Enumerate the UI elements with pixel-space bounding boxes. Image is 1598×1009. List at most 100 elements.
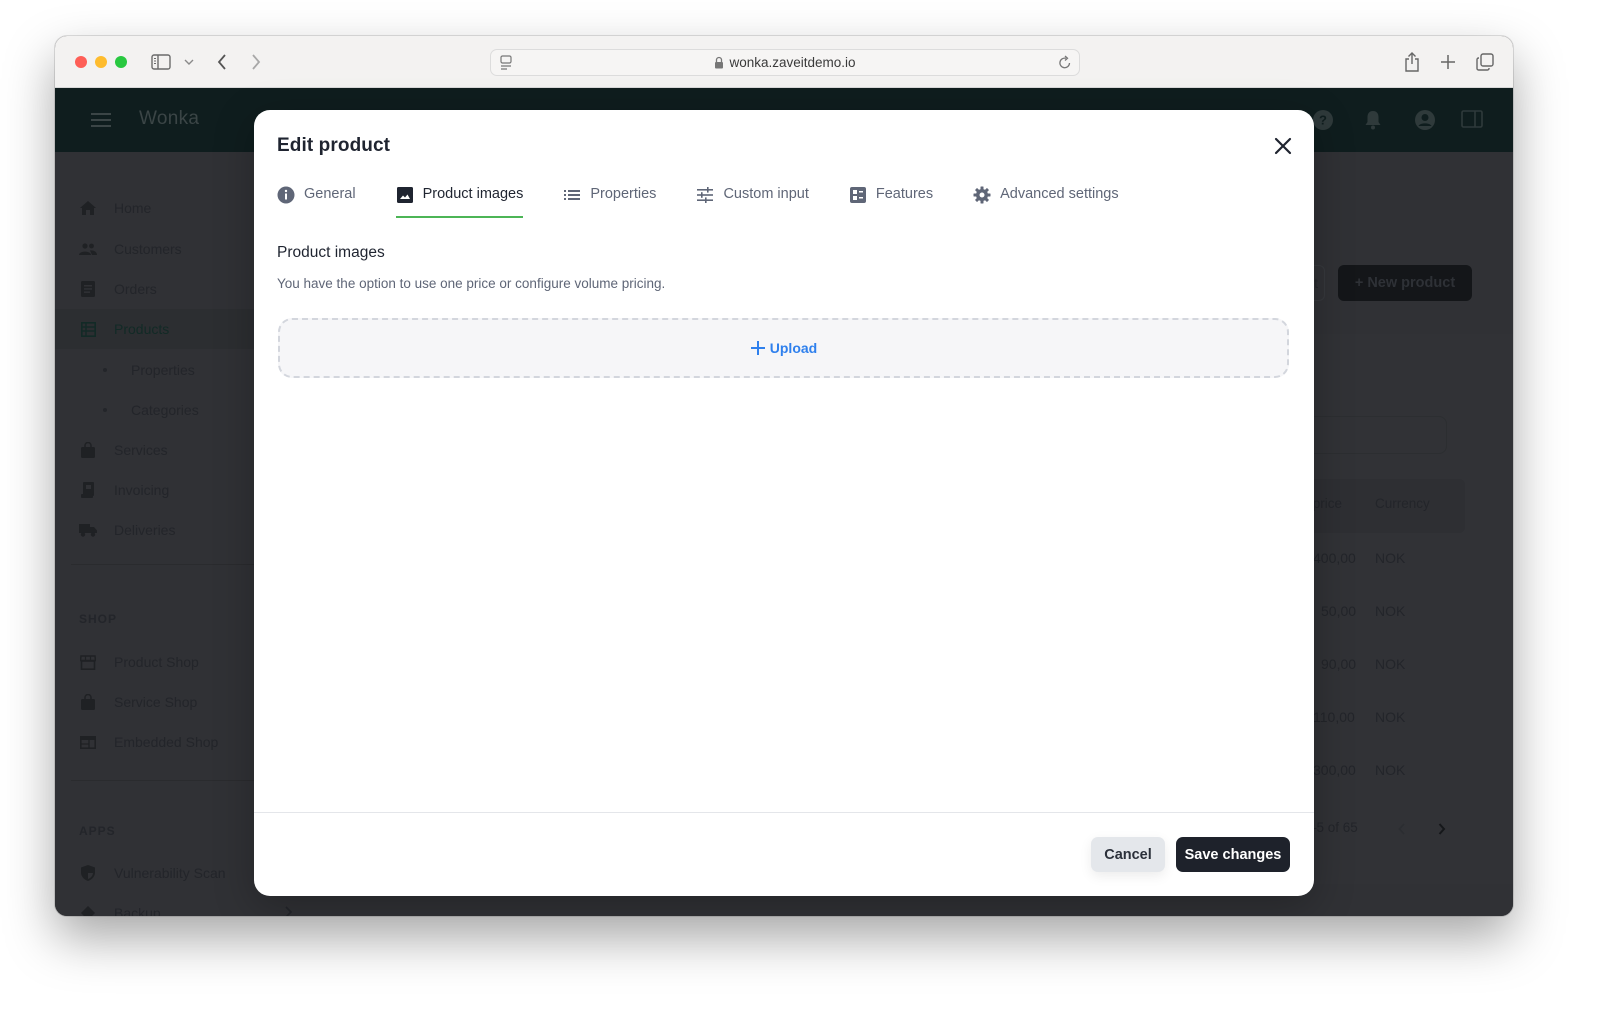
sidebar-item-invoicing[interactable]: Invoicing	[79, 478, 169, 502]
sidebar-item-deliveries[interactable]: Deliveries	[79, 518, 175, 542]
sidebar-item-product-shop[interactable]: Product Shop	[79, 650, 199, 674]
tab-overview-icon[interactable]	[1475, 50, 1495, 74]
share-icon[interactable]	[1402, 50, 1422, 74]
hamburger-menu-icon[interactable]	[91, 112, 111, 133]
home-icon	[79, 199, 97, 217]
tab-features[interactable]: Features	[849, 186, 933, 218]
bullet-icon	[103, 368, 107, 372]
sidebar-item-label: Service Shop	[114, 694, 198, 710]
gear-icon	[973, 186, 991, 204]
table-cell-price: 50,00	[1321, 603, 1357, 619]
sidebar-item-label: Properties	[131, 362, 195, 378]
sidebar-item-label: Product Shop	[114, 654, 199, 670]
sidebar-subitem-properties[interactable]: Properties	[103, 358, 195, 382]
section-title: Product images	[277, 244, 385, 261]
bag-icon	[79, 441, 97, 459]
app-logo[interactable]: Wonka	[139, 108, 199, 130]
minimize-window-button[interactable]	[95, 56, 107, 68]
new-product-button[interactable]: + New product	[1338, 265, 1472, 301]
sidebar-item-label: Categories	[131, 402, 199, 418]
panel-toggle-icon[interactable]	[1461, 109, 1483, 131]
sidebar-item-label: Customers	[114, 241, 182, 257]
receipt-icon	[79, 280, 97, 298]
sidebar-item-services[interactable]: Services	[79, 438, 168, 462]
sidebar-item-label: Deliveries	[114, 522, 176, 538]
table-cell-price: 90,00	[1321, 656, 1357, 672]
chevron-right-icon[interactable]	[285, 905, 293, 916]
back-icon[interactable]	[213, 50, 231, 74]
address-bar[interactable]: wonka.zaveitdemo.io	[490, 49, 1080, 76]
sidebar-item-orders[interactable]: Orders	[79, 277, 157, 301]
truck-icon	[79, 521, 97, 539]
products-search-input[interactable]	[1295, 416, 1447, 454]
sidebar-item-products[interactable]: Products	[79, 317, 169, 341]
maximize-window-button[interactable]	[115, 56, 127, 68]
next-page-icon[interactable]	[1438, 822, 1446, 840]
close-icon[interactable]	[1274, 137, 1294, 157]
image-upload-dropzone[interactable]: Upload	[278, 318, 1289, 378]
storefront-icon	[79, 653, 97, 671]
sidebar-item-service-shop[interactable]: Service Shop	[79, 690, 197, 714]
image-icon	[396, 186, 414, 204]
tab-custom-input[interactable]: Custom input	[696, 186, 809, 218]
section-description: You have the option to use one price or …	[277, 276, 666, 291]
sidebar-item-customers[interactable]: Customers	[79, 237, 182, 261]
footer-divider	[254, 812, 1314, 813]
sidebar-subitem-categories[interactable]: Categories	[103, 398, 199, 422]
sidebar-section-shop: SHOP	[79, 612, 118, 626]
sidebar-item-label: Embedded Shop	[114, 734, 219, 750]
sidebar-item-label: Services	[114, 442, 168, 458]
bullet-icon	[103, 408, 107, 412]
modal-tabs: General Product images Properties Custom…	[277, 186, 1159, 218]
tab-product-images[interactable]: Product images	[395, 186, 524, 218]
save-changes-button[interactable]: Save changes	[1176, 837, 1290, 872]
reader-icon[interactable]	[499, 55, 513, 74]
sidebar-item-label: Products	[114, 321, 170, 337]
upload-button[interactable]: Upload	[750, 340, 817, 356]
sidebar-item-label: Backup	[114, 905, 161, 916]
previous-page-icon[interactable]	[1398, 822, 1406, 840]
url-text: wonka.zaveitdemo.io	[729, 55, 856, 70]
tab-label: Product images	[422, 186, 524, 202]
table-cell-currency: NOK	[1375, 550, 1406, 566]
new-tab-icon[interactable]	[1438, 50, 1458, 74]
help-icon[interactable]: ?	[1312, 109, 1334, 131]
tune-icon	[696, 186, 714, 204]
tab-properties[interactable]: Properties	[563, 186, 656, 218]
sidebar-toggle-icon[interactable]	[150, 50, 172, 74]
tab-label: General	[304, 186, 356, 202]
column-header-currency[interactable]: Currency	[1375, 496, 1430, 511]
browser-window: wonka.zaveitdemo.io Wonka ? Home Custome…	[55, 36, 1513, 916]
edit-product-modal: Edit product General Product images Prop…	[254, 110, 1314, 896]
sidebar-item-embedded-shop[interactable]: Embedded Shop	[79, 730, 218, 754]
invoice-icon	[79, 481, 97, 499]
account-icon[interactable]	[1414, 109, 1436, 131]
tab-label: Advanced settings	[1000, 186, 1119, 202]
cancel-button[interactable]: Cancel	[1091, 837, 1165, 872]
sidebar-item-backup[interactable]: Backup	[79, 901, 293, 916]
chevron-down-icon[interactable]	[183, 50, 195, 74]
table-icon	[79, 320, 97, 338]
sidebar-item-vulnerability-scan[interactable]: Vulnerability Scan	[79, 861, 226, 885]
list-icon	[563, 186, 581, 204]
upload-label: Upload	[769, 340, 818, 356]
browser-toolbar: wonka.zaveitdemo.io	[55, 36, 1513, 88]
modal-title: Edit product	[277, 135, 391, 156]
lock-icon	[714, 56, 724, 69]
sidebar-item-home[interactable]: Home	[79, 196, 151, 220]
dashboard-icon	[849, 186, 867, 204]
close-window-button[interactable]	[75, 56, 87, 68]
bag-icon	[79, 693, 97, 711]
svg-text:?: ?	[1319, 113, 1327, 128]
notifications-bell-icon[interactable]	[1363, 109, 1385, 131]
reload-icon[interactable]	[1058, 55, 1072, 73]
embed-icon	[79, 733, 97, 751]
sidebar-item-label: Invoicing	[114, 482, 170, 498]
forward-icon[interactable]	[247, 50, 265, 74]
table-cell-price: 300,00	[1313, 762, 1356, 778]
table-cell-currency: NOK	[1375, 762, 1406, 778]
people-icon	[79, 240, 97, 258]
table-cell-currency: NOK	[1375, 709, 1406, 725]
tab-advanced-settings[interactable]: Advanced settings	[973, 186, 1119, 218]
tab-general[interactable]: General	[277, 186, 356, 218]
